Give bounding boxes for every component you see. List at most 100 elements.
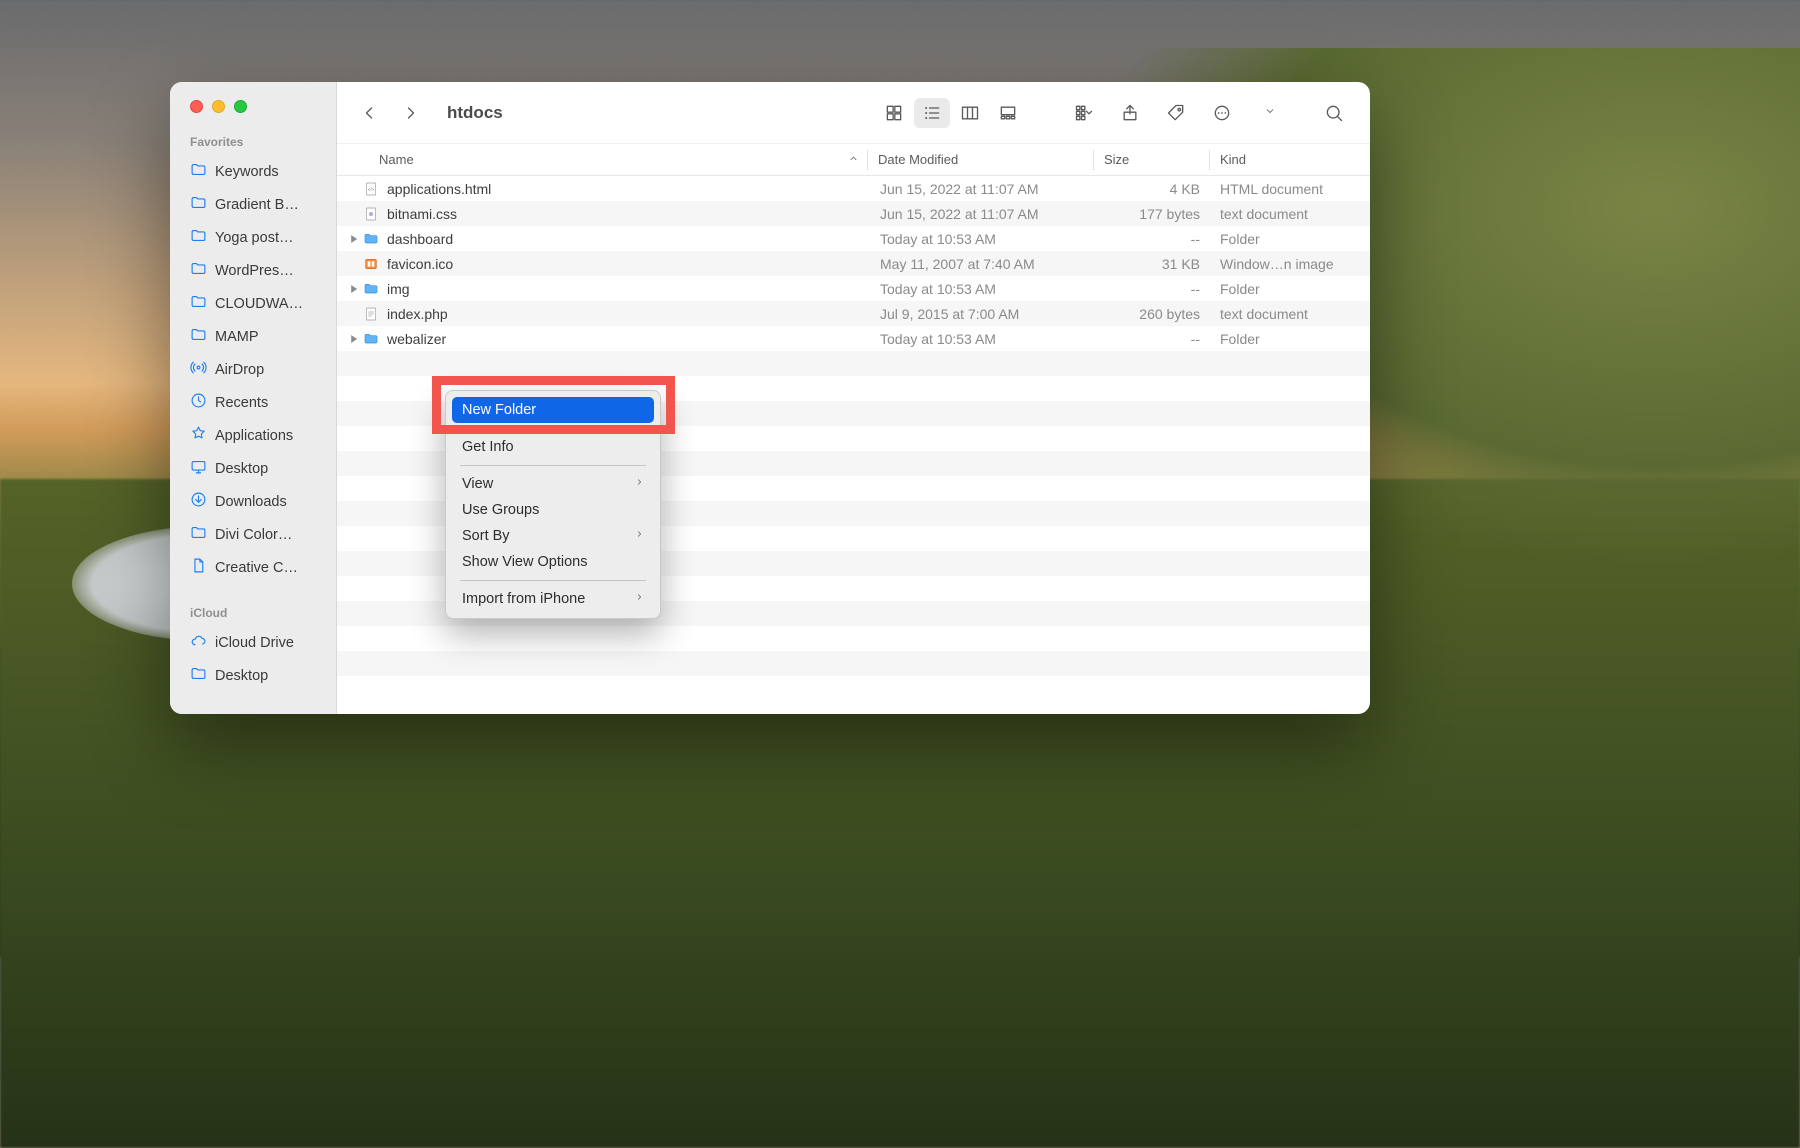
file-kind: Folder bbox=[1210, 281, 1370, 297]
sidebar-item-label: AirDrop bbox=[215, 362, 264, 378]
window-title: htdocs bbox=[447, 103, 503, 123]
file-date: Jul 9, 2015 at 7:00 AM bbox=[870, 306, 1095, 322]
column-header-date[interactable]: Date Modified bbox=[868, 152, 1093, 167]
group-by-button[interactable] bbox=[1066, 98, 1102, 128]
ico-file-icon bbox=[361, 256, 381, 272]
file-date: May 11, 2007 at 7:40 AM bbox=[870, 256, 1095, 272]
sidebar-icloud-header: iCloud bbox=[170, 584, 336, 626]
context-menu-use-groups[interactable]: Use Groups bbox=[452, 497, 654, 523]
disclosure-triangle-icon[interactable] bbox=[347, 235, 361, 243]
sidebar-item-label: iCloud Drive bbox=[215, 635, 294, 651]
context-menu-item-label: Use Groups bbox=[462, 502, 539, 518]
search-button[interactable] bbox=[1316, 98, 1352, 128]
sidebar-item-yoga[interactable]: Yoga post… bbox=[170, 221, 336, 254]
sidebar-item-applications[interactable]: Applications bbox=[170, 419, 336, 452]
disclosure-triangle-icon[interactable] bbox=[347, 335, 361, 343]
column-header-row: Name Date Modified Size Kind bbox=[337, 144, 1370, 176]
folder-icon bbox=[190, 326, 207, 347]
context-menu-new-folder[interactable]: New Folder bbox=[452, 397, 654, 423]
chevron-right-icon bbox=[635, 476, 644, 492]
sidebar-item-downloads[interactable]: Downloads bbox=[170, 485, 336, 518]
view-list-button[interactable] bbox=[914, 98, 950, 128]
sidebar-favorites-header: Favorites bbox=[170, 113, 336, 155]
column-header-name[interactable]: Name bbox=[337, 152, 867, 167]
file-date: Today at 10:53 AM bbox=[870, 331, 1095, 347]
tags-button[interactable] bbox=[1158, 98, 1194, 128]
file-kind: text document bbox=[1210, 306, 1370, 322]
sidebar-item-label: MAMP bbox=[215, 329, 259, 345]
desktop-icon bbox=[190, 458, 207, 479]
file-size: -- bbox=[1095, 281, 1210, 297]
actions-button[interactable] bbox=[1204, 98, 1240, 128]
applications-icon bbox=[190, 425, 207, 446]
cloud-icon bbox=[190, 632, 207, 653]
sidebar-item-label: Gradient B… bbox=[215, 197, 299, 213]
sidebar-item-cloudways[interactable]: CLOUDWA… bbox=[170, 287, 336, 320]
menu-separator bbox=[460, 580, 646, 581]
file-size: -- bbox=[1095, 331, 1210, 347]
sidebar-item-wordpress[interactable]: WordPres… bbox=[170, 254, 336, 287]
sidebar-item-desktop[interactable]: Desktop bbox=[170, 452, 336, 485]
minimize-window-button[interactable] bbox=[212, 100, 225, 113]
sort-asc-icon bbox=[848, 152, 859, 167]
file-row[interactable]: dashboard Today at 10:53 AM -- Folder bbox=[337, 226, 1370, 251]
context-menu-show-view-options[interactable]: Show View Options bbox=[452, 549, 654, 575]
disclosure-triangle-icon[interactable] bbox=[347, 285, 361, 293]
context-menu-import-iphone[interactable]: Import from iPhone bbox=[452, 586, 654, 612]
sidebar-item-label: Creative C… bbox=[215, 560, 298, 576]
sidebar-item-keywords[interactable]: Keywords bbox=[170, 155, 336, 188]
view-gallery-button[interactable] bbox=[990, 98, 1026, 128]
sidebar-item-recents[interactable]: Recents bbox=[170, 386, 336, 419]
file-kind: Folder bbox=[1210, 331, 1370, 347]
close-window-button[interactable] bbox=[190, 100, 203, 113]
sidebar-item-gradient[interactable]: Gradient B… bbox=[170, 188, 336, 221]
file-date: Today at 10:53 AM bbox=[870, 231, 1095, 247]
file-name: applications.html bbox=[381, 181, 870, 197]
column-header-kind-label: Kind bbox=[1220, 152, 1246, 167]
sidebar-item-icloud-drive[interactable]: iCloud Drive bbox=[170, 626, 336, 659]
column-header-date-label: Date Modified bbox=[878, 152, 958, 167]
file-size: 260 bytes bbox=[1095, 306, 1210, 322]
sidebar-item-label: Desktop bbox=[215, 461, 268, 477]
sidebar-item-label: Divi Color… bbox=[215, 527, 292, 543]
folder-icon bbox=[190, 227, 207, 248]
context-menu-view[interactable]: View bbox=[452, 471, 654, 497]
file-row[interactable]: index.php Jul 9, 2015 at 7:00 AM 260 byt… bbox=[337, 301, 1370, 326]
column-header-kind[interactable]: Kind bbox=[1210, 152, 1370, 167]
context-menu-item-label: Show View Options bbox=[462, 554, 587, 570]
file-size: 31 KB bbox=[1095, 256, 1210, 272]
chevron-right-icon bbox=[635, 528, 644, 544]
sidebar-item-label: WordPres… bbox=[215, 263, 294, 279]
view-icons-button[interactable] bbox=[876, 98, 912, 128]
file-row[interactable]: img Today at 10:53 AM -- Folder bbox=[337, 276, 1370, 301]
sidebar-item-label: CLOUDWA… bbox=[215, 296, 303, 312]
file-kind: Window…n image bbox=[1210, 256, 1370, 272]
file-kind: HTML document bbox=[1210, 181, 1370, 197]
share-button[interactable] bbox=[1112, 98, 1148, 128]
menu-separator bbox=[460, 428, 646, 429]
nav-forward-button[interactable] bbox=[393, 98, 429, 128]
file-size: -- bbox=[1095, 231, 1210, 247]
context-menu-item-label: View bbox=[462, 476, 493, 492]
nav-back-button[interactable] bbox=[351, 98, 387, 128]
sidebar-item-airdrop[interactable]: AirDrop bbox=[170, 353, 336, 386]
menu-separator bbox=[460, 465, 646, 466]
view-switcher bbox=[876, 98, 1026, 128]
file-row[interactable]: favicon.ico May 11, 2007 at 7:40 AM 31 K… bbox=[337, 251, 1370, 276]
file-row[interactable]: webalizer Today at 10:53 AM -- Folder bbox=[337, 326, 1370, 351]
file-kind: Folder bbox=[1210, 231, 1370, 247]
sidebar-item-mamp[interactable]: MAMP bbox=[170, 320, 336, 353]
column-header-size[interactable]: Size bbox=[1094, 152, 1209, 167]
html-file-icon: </> bbox=[361, 181, 381, 197]
context-menu-get-info[interactable]: Get Info bbox=[452, 434, 654, 460]
file-row[interactable]: bitnami.css Jun 15, 2022 at 11:07 AM 177… bbox=[337, 201, 1370, 226]
php-file-icon bbox=[361, 306, 381, 322]
sidebar-item-divi[interactable]: Divi Color… bbox=[170, 518, 336, 551]
sidebar-item-creative[interactable]: Creative C… bbox=[170, 551, 336, 584]
file-row[interactable]: </> applications.html Jun 15, 2022 at 11… bbox=[337, 176, 1370, 201]
context-menu-sort-by[interactable]: Sort By bbox=[452, 523, 654, 549]
view-columns-button[interactable] bbox=[952, 98, 988, 128]
folder-icon bbox=[361, 281, 381, 297]
maximize-window-button[interactable] bbox=[234, 100, 247, 113]
sidebar-item-icloud-desktop[interactable]: Desktop bbox=[170, 659, 336, 692]
